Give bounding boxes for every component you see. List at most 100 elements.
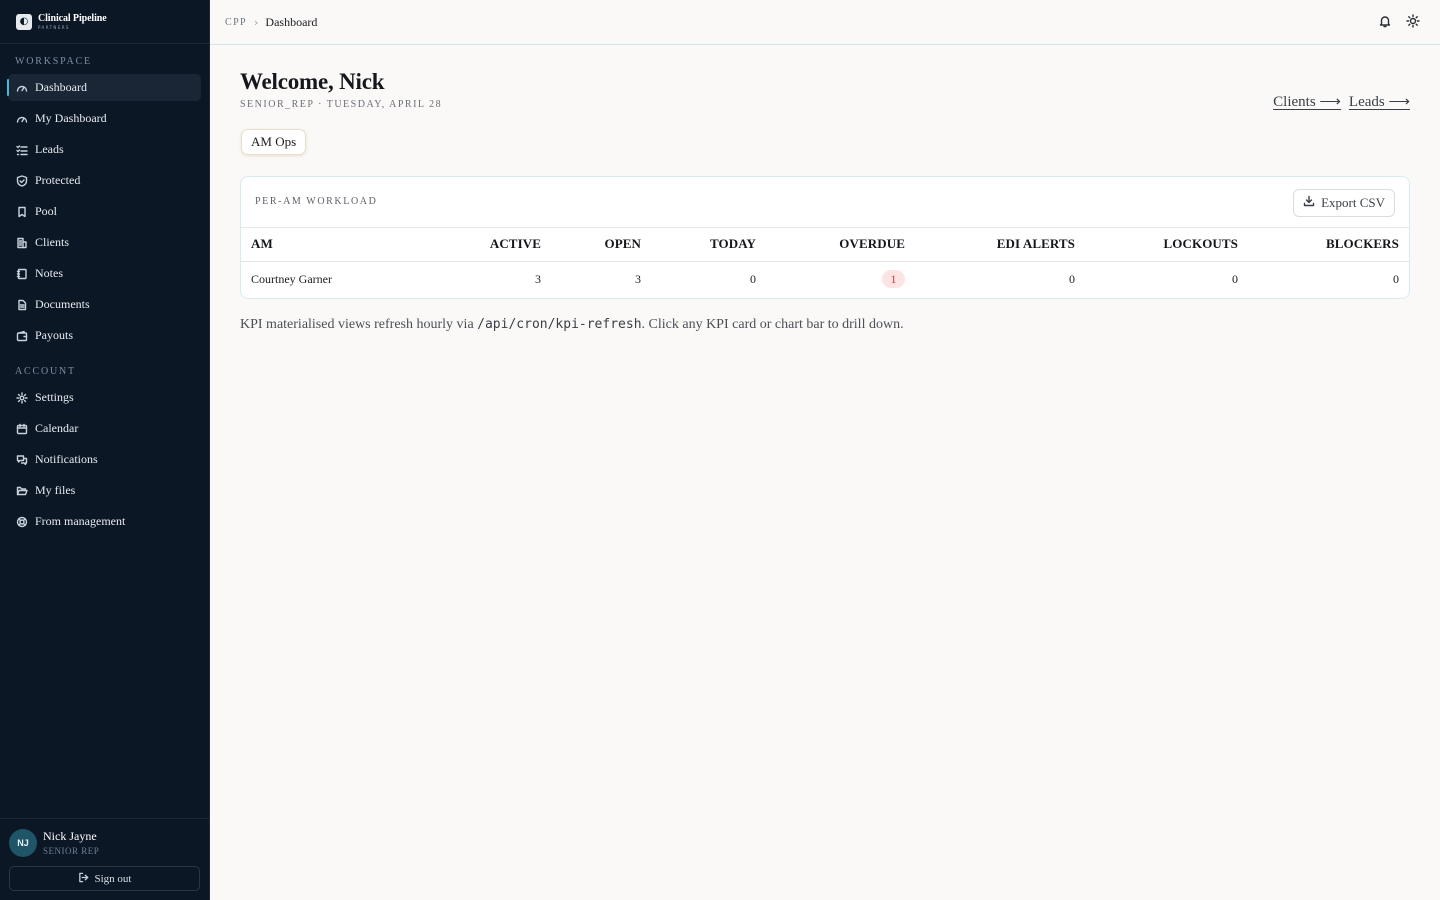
sidebar-item-label: Documents	[35, 297, 90, 311]
messages-icon	[16, 454, 28, 466]
chevron-right-icon: ›	[254, 15, 259, 29]
cell-edi-alerts: 0	[1069, 271, 1075, 286]
user-profile[interactable]: NJ Nick Jayne SENIOR REP	[0, 819, 209, 857]
column-header-active[interactable]: ACTIVE	[411, 228, 551, 262]
cell-blockers: 0	[1393, 271, 1399, 286]
notebook-icon	[16, 268, 28, 280]
cell-am: Courtney Garner	[251, 271, 332, 286]
sidebar-item-clients[interactable]: Clients	[8, 229, 201, 256]
cell-overdue: 1	[766, 261, 915, 297]
sidebar-item-settings[interactable]: Settings	[8, 384, 201, 411]
gauge-icon	[16, 113, 28, 125]
sidebar-item-documents[interactable]: Documents	[8, 291, 201, 318]
sidebar-item-label: My Dashboard	[35, 111, 107, 125]
sidebar-item-label: Leads	[35, 142, 64, 156]
download-icon	[1303, 195, 1315, 211]
card-title: PER-AM WORKLOAD	[255, 196, 378, 207]
sidebar-item-label: Clients	[35, 235, 70, 249]
overdue-badge: 1	[882, 270, 905, 289]
column-header-overdue[interactable]: OVERDUE	[766, 228, 915, 262]
sidebar-item-dashboard[interactable]: Dashboard	[7, 74, 201, 101]
lifebuoy-icon	[16, 516, 28, 528]
sign-out-icon	[78, 872, 89, 886]
logo-icon: ◐	[16, 13, 32, 30]
account-section-label: ACCOUNT	[15, 366, 76, 377]
leads-link[interactable]: Leads ⟶	[1349, 92, 1410, 111]
building-icon	[16, 237, 28, 249]
role-date-subtitle: SENIOR_REP · TUESDAY, APRIL 28	[240, 99, 443, 110]
sidebar-item-pool[interactable]: Pool	[8, 198, 201, 225]
sidebar: ◐ Clinical Pipeline PARTNERS WORKSPACE D…	[0, 0, 210, 900]
note-endpoint-code: /api/cron/kpi-refresh	[477, 317, 642, 332]
column-header-today[interactable]: TODAY	[651, 228, 766, 262]
brand-subtitle: PARTNERS	[38, 24, 70, 30]
cell-open: 3	[635, 271, 641, 286]
sidebar-item-notes[interactable]: Notes	[8, 260, 201, 287]
breadcrumb-current: Dashboard	[265, 14, 318, 29]
column-header-open[interactable]: OPEN	[551, 228, 651, 262]
clients-link[interactable]: Clients ⟶	[1273, 92, 1341, 111]
sidebar-item-from-management[interactable]: From management	[8, 508, 201, 535]
sidebar-item-my-files[interactable]: My files	[8, 477, 201, 504]
user-panel: NJ Nick Jayne SENIOR REP Sign out	[0, 818, 209, 900]
cell-today: 0	[750, 271, 756, 286]
sidebar-item-calendar[interactable]: Calendar	[8, 415, 201, 442]
sun-icon[interactable]	[1406, 14, 1420, 33]
brand-name: Clinical Pipeline	[38, 12, 107, 24]
export-csv-button[interactable]: Export CSV	[1293, 189, 1395, 217]
sidebar-item-label: Notes	[35, 266, 63, 280]
quick-links: Clients ⟶ Leads ⟶	[1273, 92, 1410, 111]
page-title: Welcome, Nick	[240, 69, 385, 94]
folder-open-icon	[16, 485, 28, 497]
avatar: NJ	[9, 829, 37, 857]
calendar-icon	[16, 423, 28, 435]
sidebar-item-label: Calendar	[35, 421, 79, 435]
document-icon	[16, 299, 28, 311]
sign-out-label: Sign out	[94, 872, 132, 885]
gear-icon	[16, 391, 28, 404]
note-text-after: . Click any KPI card or chart bar to dri…	[641, 317, 904, 332]
wallet-icon	[16, 330, 28, 342]
account-nav: Settings Calendar Notifications My files…	[0, 384, 209, 535]
shield-check-icon	[16, 174, 28, 187]
column-header-lockouts[interactable]: LOCKOUTS	[1085, 228, 1248, 262]
workload-table: AM ACTIVE OPEN TODAY OVERDUE EDI ALERTS …	[241, 228, 1409, 297]
sign-out-button[interactable]: Sign out	[9, 866, 200, 891]
column-header-edi-alerts[interactable]: EDI ALERTS	[915, 228, 1085, 262]
cell-lockouts: 0	[1232, 271, 1238, 286]
cell-active: 3	[535, 271, 541, 286]
gauge-icon	[16, 82, 28, 94]
sidebar-item-label: From management	[35, 514, 126, 528]
workspace-nav: Dashboard My Dashboard Leads Protected P…	[0, 74, 209, 349]
table-header-row: AM ACTIVE OPEN TODAY OVERDUE EDI ALERTS …	[241, 228, 1409, 262]
sidebar-item-leads[interactable]: Leads	[8, 136, 201, 163]
sidebar-item-label: Protected	[35, 173, 81, 187]
sidebar-item-protected[interactable]: Protected	[8, 167, 201, 194]
user-role: SENIOR REP	[43, 845, 100, 856]
bell-icon[interactable]	[1378, 14, 1392, 33]
column-header-am[interactable]: AM	[241, 228, 411, 262]
list-check-icon	[16, 144, 28, 156]
sidebar-item-payouts[interactable]: Payouts	[8, 322, 201, 349]
top-bar: CPP › Dashboard	[210, 0, 1440, 45]
am-ops-tab[interactable]: AM Ops	[241, 129, 307, 155]
bookmark-icon	[16, 206, 28, 218]
sidebar-item-label: Pool	[35, 204, 58, 218]
workspace-section-label: WORKSPACE	[15, 56, 92, 67]
workload-card: PER-AM WORKLOAD Export CSV AM ACTIVE OPE…	[240, 176, 1410, 299]
export-csv-label: Export CSV	[1321, 195, 1385, 210]
note-text-before: KPI materialised views refresh hourly vi…	[240, 317, 478, 332]
breadcrumb-root[interactable]: CPP	[225, 17, 247, 28]
sidebar-item-label: Payouts	[35, 328, 74, 342]
column-header-blockers[interactable]: BLOCKERS	[1248, 228, 1409, 262]
brand[interactable]: ◐ Clinical Pipeline PARTNERS	[0, 0, 209, 44]
sidebar-item-notifications[interactable]: Notifications	[8, 446, 201, 473]
sidebar-item-label: Dashboard	[35, 80, 87, 94]
sidebar-item-label: Notifications	[35, 452, 98, 466]
user-name: Nick Jayne	[43, 829, 97, 844]
kpi-refresh-note: KPI materialised views refresh hourly vi…	[240, 317, 904, 333]
sidebar-item-label: My files	[35, 483, 76, 497]
sidebar-item-my-dashboard[interactable]: My Dashboard	[8, 105, 201, 132]
table-row[interactable]: Courtney Garner 3 3 0 1 0 0 0	[241, 261, 1409, 297]
sidebar-item-label: Settings	[35, 390, 74, 404]
